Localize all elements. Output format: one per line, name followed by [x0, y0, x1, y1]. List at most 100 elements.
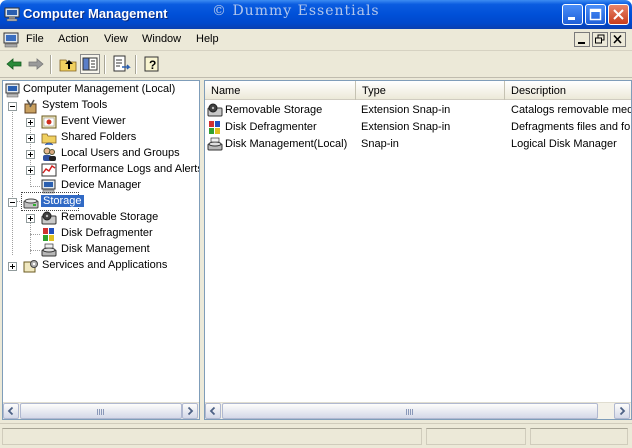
tree-item-label: Storage [41, 195, 84, 207]
minimize-icon [578, 42, 585, 44]
scroll-thumb[interactable] [222, 403, 598, 419]
menu-action[interactable]: Action [58, 33, 89, 45]
grip-icon [97, 409, 105, 415]
title-bar[interactable]: Computer Management © Dummy Essentials [0, 0, 632, 29]
console-tree-icon [82, 57, 98, 71]
forward-arrow-icon[interactable] [26, 54, 46, 74]
maximize-icon [589, 8, 602, 21]
status-cell [426, 428, 526, 445]
removable-storage-icon [207, 103, 223, 117]
expand-toggle[interactable] [8, 262, 17, 271]
tree-item-label: Disk Defragmenter [61, 227, 153, 239]
tree-item-disk-management[interactable]: Disk Management [3, 242, 199, 258]
event-viewer-icon [41, 115, 57, 129]
tree-item-local-users-and-groups[interactable]: Local Users and Groups [3, 146, 199, 162]
scroll-right-button[interactable] [182, 403, 198, 419]
disk-management-icon [207, 137, 223, 151]
details-list-pane[interactable]: Name Type Description Removable Storage … [204, 80, 632, 420]
menu-window[interactable]: Window [142, 33, 181, 45]
menu-bar: File Action View Window Help [0, 29, 632, 51]
main-area: Computer Management (Local) System Tools… [0, 78, 632, 423]
menu-view[interactable]: View [104, 33, 128, 45]
list-horizontal-scrollbar[interactable] [205, 402, 631, 419]
tree-item-removable-storage[interactable]: Removable Storage [3, 210, 199, 226]
console-tree-pane[interactable]: Computer Management (Local) System Tools… [2, 80, 200, 420]
disk-defragmenter-icon [209, 121, 220, 134]
scroll-left-button[interactable] [3, 403, 19, 419]
close-icon [613, 34, 622, 44]
maximize-button[interactable] [585, 4, 606, 25]
services-icon [23, 260, 38, 273]
svg-text:?: ? [149, 58, 156, 72]
tree-horizontal-scrollbar[interactable] [3, 402, 199, 419]
tree-item-storage[interactable]: Storage [3, 192, 199, 211]
cell-type: Snap-in [361, 138, 399, 150]
tree-item-computer-management[interactable]: Computer Management (Local) [3, 82, 199, 98]
tree-item-label: Disk Management [61, 243, 150, 255]
expand-toggle[interactable] [26, 118, 35, 127]
tree-line [30, 250, 40, 251]
list-row[interactable]: Disk Management(Local) Snap-in Logical D… [205, 136, 631, 153]
back-arrow-icon[interactable] [4, 54, 24, 74]
cell-description: Defragments files and fo [511, 121, 631, 133]
scroll-right-icon [619, 406, 626, 416]
list-row[interactable]: Removable Storage Extension Snap-in Cata… [205, 102, 632, 119]
cell-description: Catalogs removable med [511, 104, 632, 116]
close-button[interactable] [608, 4, 629, 25]
column-header-type[interactable]: Type [356, 81, 505, 100]
cell-type: Extension Snap-in [361, 104, 451, 116]
collapse-toggle[interactable] [8, 102, 17, 111]
computer-management-icon[interactable] [4, 6, 20, 22]
toolbar-separator [50, 55, 52, 74]
tree-line [30, 234, 40, 235]
scroll-left-button[interactable] [205, 403, 221, 419]
scroll-thumb[interactable] [20, 403, 182, 419]
tree-item-label: Services and Applications [42, 259, 168, 271]
child-minimize-button[interactable] [574, 32, 590, 47]
tree-item-services-and-applications[interactable]: Services and Applications [3, 258, 199, 274]
mmc-console-icon[interactable] [3, 32, 19, 48]
tree-item-disk-defragmenter[interactable]: Disk Defragmenter [3, 226, 199, 242]
tree-item-performance-logs-and-alerts[interactable]: Performance Logs and Alerts [3, 162, 199, 178]
tree-item-label: Shared Folders [61, 131, 137, 143]
status-cell [530, 428, 628, 445]
column-header-name[interactable]: Name [205, 81, 356, 100]
scroll-left-icon [209, 406, 216, 416]
scroll-left-icon [7, 406, 14, 416]
list-row[interactable]: Disk Defragmenter Extension Snap-in Defr… [205, 119, 631, 136]
removable-storage-icon [41, 211, 57, 225]
collapse-toggle[interactable] [8, 198, 17, 207]
child-restore-button[interactable] [592, 32, 608, 47]
tree-item-shared-folders[interactable]: Shared Folders [3, 130, 199, 146]
minimize-button[interactable] [562, 4, 583, 25]
column-header-description[interactable]: Description [505, 81, 631, 100]
toolbar-separator [135, 55, 137, 74]
watermark-top: © Dummy Essentials [212, 3, 380, 19]
cell-description: Logical Disk Manager [511, 138, 617, 150]
expand-toggle[interactable] [26, 214, 35, 223]
shared-folder-icon [41, 133, 57, 146]
list-header: Name Type Description [205, 81, 631, 100]
cell-name: Disk Defragmenter [225, 121, 317, 133]
child-close-button[interactable] [610, 32, 626, 47]
expand-toggle[interactable] [26, 166, 35, 175]
disk-management-icon [41, 243, 57, 257]
close-icon [613, 9, 624, 20]
scroll-right-button[interactable] [614, 403, 630, 419]
export-list-icon[interactable] [111, 54, 131, 74]
status-bar [0, 423, 632, 448]
expand-toggle[interactable] [26, 134, 35, 143]
show-hide-console-tree-button[interactable] [80, 54, 100, 74]
grip-icon [406, 409, 414, 415]
up-one-level-icon[interactable] [58, 54, 78, 74]
tree-item-system-tools[interactable]: System Tools [3, 98, 199, 114]
menu-help[interactable]: Help [196, 33, 219, 45]
restore-icon [595, 34, 605, 44]
tree-item-event-viewer[interactable]: Event Viewer [3, 114, 199, 130]
window-title: Computer Management [23, 6, 168, 21]
tree-item-label: Event Viewer [61, 115, 126, 127]
menu-file[interactable]: File [26, 33, 44, 45]
cell-name: Removable Storage [225, 104, 323, 116]
expand-toggle[interactable] [26, 150, 35, 159]
help-icon[interactable]: ? [142, 54, 162, 74]
